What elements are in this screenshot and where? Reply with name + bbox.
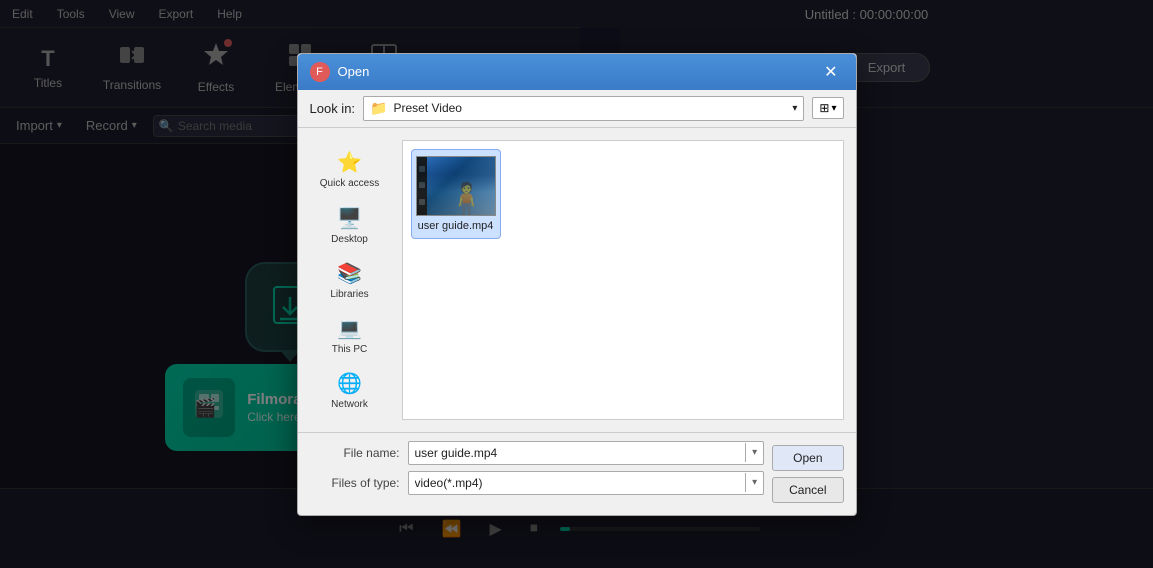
dialog-title-text: Open xyxy=(338,64,370,79)
this-pc-label: This PC xyxy=(332,344,368,355)
sidebar-nav-desktop[interactable]: 🖥️ Desktop xyxy=(310,200,390,251)
sidebar-nav-network[interactable]: 🌐 Network xyxy=(310,365,390,416)
files-of-type-input[interactable] xyxy=(409,472,746,494)
quick-access-icon: ⭐ xyxy=(337,150,362,175)
view-dropdown-icon: ▾ xyxy=(831,103,836,114)
dialog-bottom: File name: ▾ Files of type: ▾ xyxy=(298,432,856,515)
look-in-dropdown-icon: ▾ xyxy=(792,103,797,114)
quick-access-label: Quick access xyxy=(320,178,379,190)
files-of-type-input-wrapper: ▾ xyxy=(408,471,765,495)
files-of-type-row: Files of type: ▾ xyxy=(310,471,765,495)
look-in-bar: Look in: 📁 Preset Video ▾ ⊞ ▾ xyxy=(298,90,856,128)
libraries-icon: 📚 xyxy=(337,261,362,286)
dialog-close-button[interactable]: ✕ xyxy=(818,60,843,84)
network-icon: 🌐 xyxy=(337,371,362,396)
view-icon: ⊞ xyxy=(819,101,829,115)
file-name: user guide.mp4 xyxy=(418,220,494,232)
file-name-input[interactable] xyxy=(409,442,746,464)
file-name-input-wrapper: ▾ xyxy=(408,441,765,465)
dialog-overlay: F Open ✕ Look in: 📁 Preset Video ▾ ⊞ ▾ xyxy=(0,0,1153,568)
dialog-title-left: F Open xyxy=(310,62,370,82)
file-name-row: File name: ▾ xyxy=(310,441,765,465)
dialog-files[interactable]: 🧍 user guide.mp4 xyxy=(402,140,844,420)
open-button[interactable]: Open xyxy=(772,445,843,471)
look-in-label: Look in: xyxy=(310,101,356,116)
sidebar-nav-this-pc[interactable]: 💻 This PC xyxy=(310,310,390,361)
dialog-app-icon: F xyxy=(310,62,330,82)
dialog-sidebar: ⭐ Quick access 🖥️ Desktop 📚 Libraries 💻 … xyxy=(310,140,390,420)
folder-icon: 📁 xyxy=(370,100,387,117)
desktop-label: Desktop xyxy=(331,234,368,245)
files-of-type-label: Files of type: xyxy=(310,476,400,490)
libraries-label: Libraries xyxy=(330,289,368,300)
cancel-button[interactable]: Cancel xyxy=(772,477,843,503)
desktop-icon: 🖥️ xyxy=(337,206,362,231)
dialog-action-buttons: Open Cancel xyxy=(772,441,843,507)
dialog-titlebar: F Open ✕ xyxy=(298,54,856,90)
look-in-value: Preset Video xyxy=(387,101,792,115)
file-thumbnail: 🧍 xyxy=(416,156,496,216)
file-name-dropdown[interactable]: ▾ xyxy=(745,443,763,462)
files-of-type-dropdown[interactable]: ▾ xyxy=(745,473,763,492)
file-name-label: File name: xyxy=(310,446,400,460)
this-pc-icon: 💻 xyxy=(337,316,362,341)
sidebar-nav-libraries[interactable]: 📚 Libraries xyxy=(310,255,390,306)
network-label: Network xyxy=(331,399,368,410)
file-item-user-guide[interactable]: 🧍 user guide.mp4 xyxy=(411,149,501,239)
sidebar-nav-quick-access[interactable]: ⭐ Quick access xyxy=(310,144,390,196)
view-button[interactable]: ⊞ ▾ xyxy=(812,97,843,119)
look-in-select[interactable]: 📁 Preset Video ▾ xyxy=(363,96,804,121)
dialog-body: ⭐ Quick access 🖥️ Desktop 📚 Libraries 💻 … xyxy=(298,128,856,432)
open-dialog: F Open ✕ Look in: 📁 Preset Video ▾ ⊞ ▾ xyxy=(297,53,857,516)
